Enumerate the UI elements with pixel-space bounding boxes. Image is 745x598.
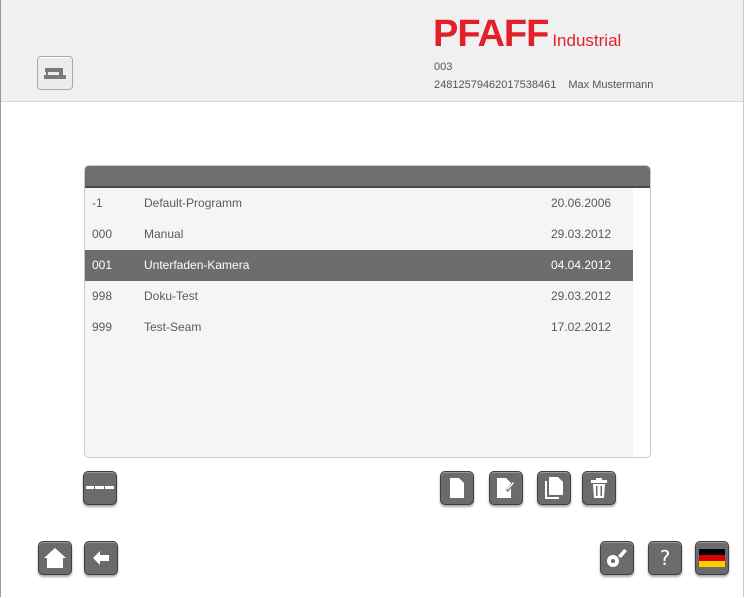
bobbin-button[interactable]: [600, 541, 634, 575]
bobbin-icon: [607, 549, 627, 567]
new-document-icon: [450, 478, 464, 498]
machine-button[interactable]: [37, 56, 73, 90]
home-icon: [44, 548, 66, 568]
german-flag-icon: [699, 549, 725, 567]
delete-program-button[interactable]: [582, 471, 616, 505]
program-row[interactable]: 999 Test-Seam 17.02.2012: [85, 312, 633, 343]
help-button[interactable]: ?: [648, 541, 682, 575]
program-row[interactable]: 998 Doku-Test 29.03.2012: [85, 281, 633, 312]
program-name-cell: Test-Seam: [144, 320, 202, 334]
program-date-cell: 29.03.2012: [551, 227, 612, 241]
edit-program-button[interactable]: [489, 471, 523, 505]
list-scrollbar[interactable]: [633, 188, 650, 457]
user-name: Max Mustermann: [568, 79, 654, 91]
program-name-cell: Default-Programm: [144, 196, 243, 210]
edit-document-icon: [497, 478, 515, 498]
copy-program-button[interactable]: [537, 471, 571, 505]
program-name-cell: Unterfaden-Kamera: [144, 258, 250, 272]
new-program-button[interactable]: [440, 471, 474, 505]
home-button[interactable]: [38, 541, 72, 575]
back-button[interactable]: [84, 541, 118, 575]
program-date-cell: 29.03.2012: [551, 289, 612, 303]
program-row[interactable]: 000 Manual 29.03.2012: [85, 219, 633, 250]
copy-document-icon: [545, 477, 563, 499]
program-row[interactable]: -1 Default-Programm 20.06.2006: [85, 188, 633, 219]
arrow-left-icon: [93, 551, 109, 565]
header: PFAFF Industrial 003 24812579462017538461…: [1, 0, 743, 102]
program-number-cell: 000: [92, 227, 113, 241]
program-date-cell: 17.02.2012: [551, 320, 612, 334]
language-button[interactable]: [695, 541, 729, 575]
program-list: -1 Default-Programm 20.06.2006 000 Manua…: [84, 165, 651, 458]
separator-button[interactable]: [83, 471, 117, 505]
program-number-cell: 999: [92, 320, 113, 334]
brand-subtitle: Industrial: [552, 31, 622, 50]
dash-line-icon: [86, 485, 114, 490]
program-name-cell: Doku-Test: [144, 289, 199, 303]
machine-info: 24812579462017538461 Max Mustermann: [434, 79, 653, 91]
program-name-cell: Manual: [144, 227, 184, 241]
brand-logo: PFAFF Industrial: [433, 14, 621, 54]
brand-name: PFAFF: [433, 13, 549, 55]
help-label: ?: [659, 546, 671, 570]
sewing-machine-icon: [44, 68, 66, 79]
program-number-cell: 001: [92, 258, 113, 272]
program-list-header: [85, 166, 650, 188]
program-number-cell: -1: [92, 196, 103, 210]
program-row-selected[interactable]: 001 Unterfaden-Kamera 04.04.2012: [85, 250, 633, 281]
program-date-cell: 20.06.2006: [551, 196, 612, 210]
program-list-body: -1 Default-Programm 20.06.2006 000 Manua…: [85, 188, 633, 457]
program-number: 003: [434, 61, 453, 73]
program-number-cell: 998: [92, 289, 113, 303]
program-date-cell: 04.04.2012: [551, 258, 612, 272]
serial-number: 24812579462017538461: [434, 79, 557, 91]
trash-icon: [591, 478, 607, 498]
